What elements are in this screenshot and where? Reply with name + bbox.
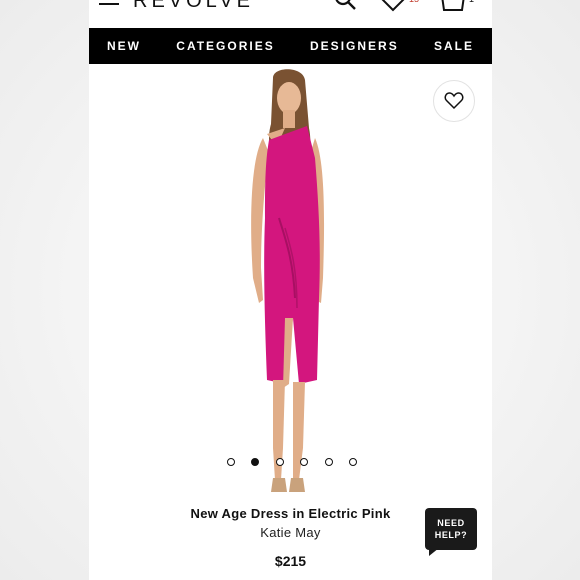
nav-item-sale[interactable]: SALE [434,39,474,53]
nav-item-new[interactable]: NEW [107,39,141,53]
carousel-dot[interactable] [300,458,309,466]
mobile-page: REVOLVE 15 1 NEW CATEGORIES DESIGNERS SA… [89,0,492,580]
nav-item-categories[interactable]: CATEGORIES [176,39,274,53]
need-help-line2: HELP? [434,530,468,540]
bag-count: 1 [469,0,474,4]
carousel-dots [227,456,357,468]
menu-icon[interactable] [99,0,121,6]
carousel-dot[interactable] [324,458,333,466]
search-icon[interactable] [333,0,359,12]
help-bubble-tail [429,548,439,556]
site-logo[interactable]: REVOLVE [133,0,254,13]
carousel-dot-active[interactable] [251,458,260,466]
product-photo-model [251,69,325,492]
need-help-button[interactable]: NEED HELP? [425,508,477,550]
wishlist-count: 15 [409,0,419,4]
shopping-bag-icon[interactable] [439,0,467,12]
main-nav: NEW CATEGORIES DESIGNERS SALE [89,28,492,64]
product-image-carousel[interactable] [89,64,492,500]
carousel-dot[interactable] [227,458,235,466]
carousel-dot[interactable] [348,458,357,466]
wishlist-icon[interactable] [379,0,407,12]
heart-icon [444,92,464,110]
top-header: REVOLVE 15 1 [89,0,492,28]
nav-item-designers[interactable]: DESIGNERS [310,39,399,53]
carousel-dot[interactable] [275,458,284,466]
need-help-line1: NEED [437,518,465,528]
add-to-wishlist-button[interactable] [433,80,475,122]
